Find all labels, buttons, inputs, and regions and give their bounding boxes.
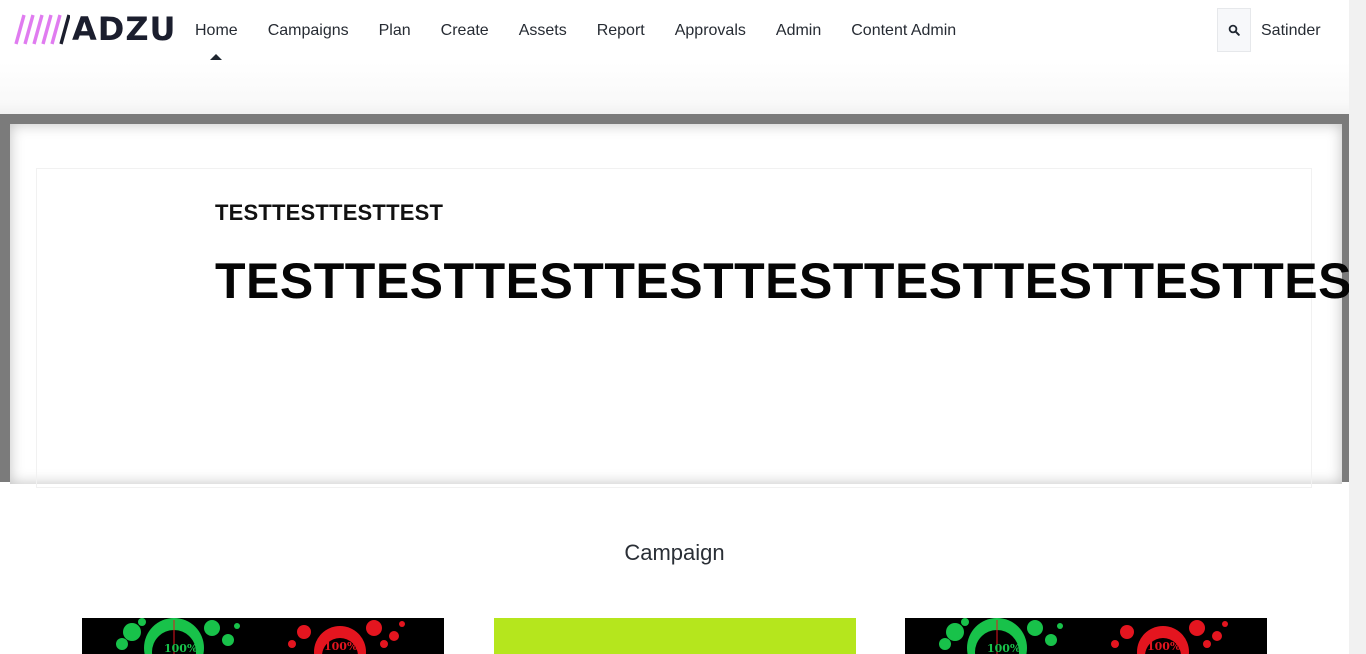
hero-title: TESTTESTTESTTESTTESTTESTTESTTESTTEST (215, 253, 1366, 309)
nav-item-label: Approvals (674, 22, 746, 39)
campaign-card[interactable]: 100% 100% (82, 618, 444, 654)
nav-item-label: Plan (378, 22, 411, 39)
nav-item-label: Report (596, 22, 645, 39)
brand-logo[interactable]: ADZU (14, 12, 177, 46)
campaign-section-title: Campaign (624, 540, 725, 565)
active-caret-icon (210, 54, 223, 60)
nav-item-report[interactable]: Report (582, 0, 660, 62)
nav-item-assets[interactable]: Assets (504, 0, 582, 62)
nav-item-label: Campaigns (267, 22, 349, 39)
nav-item-home[interactable]: Home (180, 0, 253, 62)
top-header: ADZU Home Campaigns Plan Create Assets R… (0, 0, 1366, 62)
nav-item-label: Create (440, 22, 489, 39)
nav-item-campaigns[interactable]: Campaigns (253, 0, 364, 62)
nav-item-approvals[interactable]: Approvals (660, 0, 761, 62)
nav-item-label: Admin (775, 22, 822, 39)
campaign-card[interactable] (494, 618, 856, 654)
nav-item-label: Home (195, 22, 238, 39)
logo-stripes-icon (14, 14, 70, 45)
user-menu[interactable]: Satinder (1261, 0, 1321, 62)
search-icon (1228, 24, 1240, 36)
nav-item-content-admin[interactable]: Content Admin (836, 0, 971, 62)
nav-item-label: Content Admin (851, 22, 957, 39)
brand-name: ADZU (72, 10, 177, 48)
nav-item-label: Assets (518, 22, 567, 39)
badge-left-label: 100% (987, 642, 1021, 654)
search-button[interactable] (1217, 8, 1251, 52)
hero-subtitle: TESTTESTTESTTEST (215, 200, 444, 225)
nav-item-admin[interactable]: Admin (761, 0, 836, 62)
main-nav: Home Campaigns Plan Create Assets Report… (180, 0, 971, 62)
campaign-card[interactable]: 100% 100% (905, 618, 1267, 654)
badge-left-label: 100% (164, 642, 198, 654)
campaign-thumbnail-image: 100% 100% (905, 618, 1267, 654)
badge-right-label: 100% (324, 640, 358, 653)
nav-item-plan[interactable]: Plan (364, 0, 426, 62)
nav-item-create[interactable]: Create (426, 0, 504, 62)
campaign-thumbnail-image: 100% 100% (82, 618, 444, 654)
header-band (0, 62, 1366, 120)
badge-right-label: 100% (1147, 640, 1181, 653)
page-scrollbar[interactable] (1349, 0, 1366, 654)
